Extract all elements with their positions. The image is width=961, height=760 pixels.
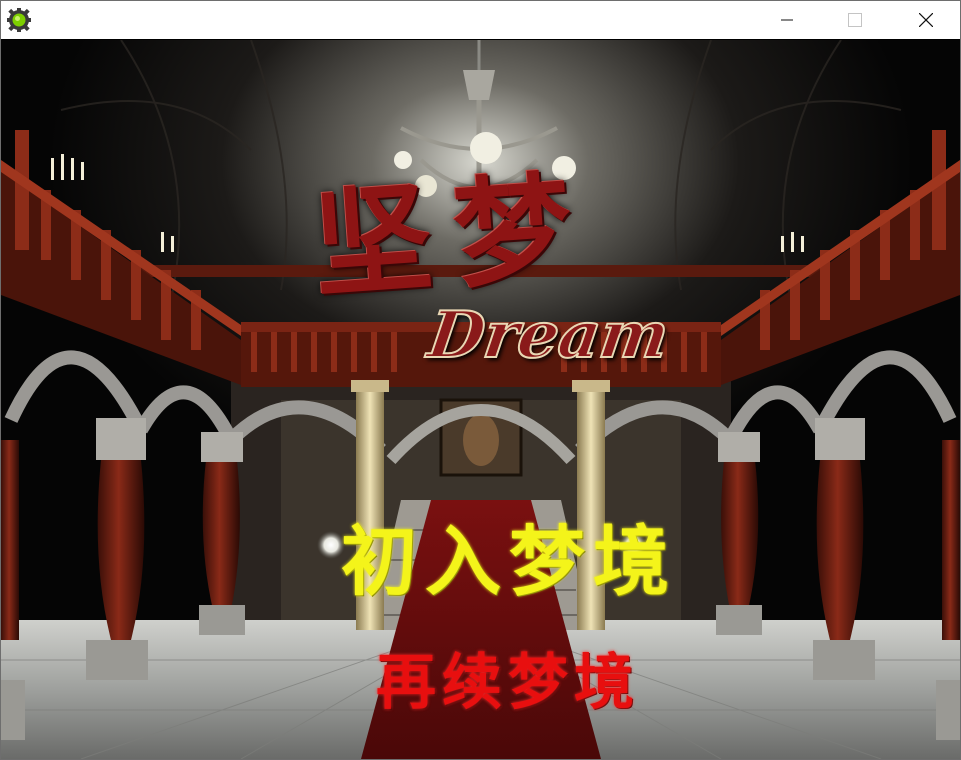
new-game-menu-item[interactable]: 初入梦境	[341, 500, 677, 610]
game-logo-chinese: 坚梦	[309, 156, 599, 315]
title-screen: 坚梦 Dream 初入梦境 再续梦境	[1, 40, 960, 759]
game-logo-english: Dream	[423, 297, 675, 374]
gear-icon	[7, 8, 31, 32]
maximize-icon	[848, 13, 862, 27]
close-icon	[919, 13, 933, 27]
continue-game-menu-item[interactable]: 再续梦境	[376, 634, 640, 721]
close-button[interactable]	[897, 1, 955, 39]
minimize-icon	[781, 19, 793, 21]
minimize-button[interactable]	[758, 1, 816, 39]
game-window: 坚梦 Dream 初入梦境 再续梦境	[0, 0, 961, 760]
title-bar[interactable]	[1, 1, 960, 39]
maximize-button[interactable]	[826, 1, 884, 39]
